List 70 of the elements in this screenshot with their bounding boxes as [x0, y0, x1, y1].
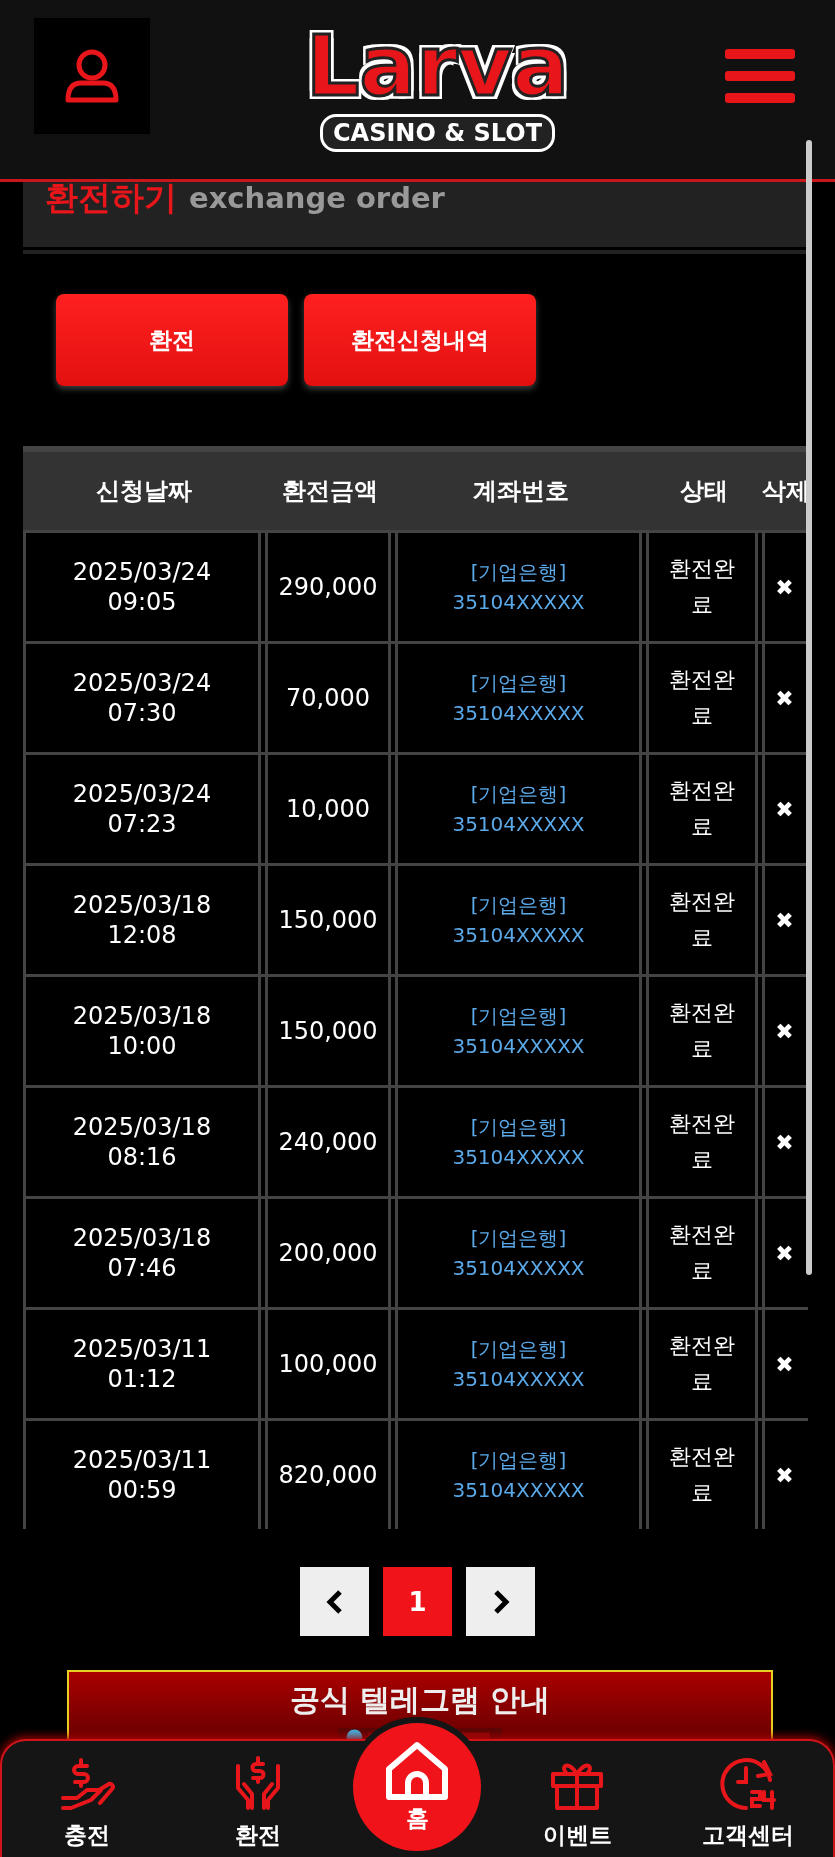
home-icon [384, 1740, 451, 1801]
delete-button[interactable]: ✖ [775, 1129, 794, 1155]
date-cell: 2025/03/11 01:12 [23, 1310, 261, 1418]
delete-button[interactable]: ✖ [775, 685, 794, 711]
status-cell: 환전완료 [646, 755, 758, 863]
status-cell: 환전완료 [646, 533, 758, 641]
delete-button[interactable]: ✖ [775, 574, 794, 600]
status-cell: 환전완료 [646, 1199, 758, 1307]
amount-cell: 240,000 [265, 1088, 391, 1196]
status-cell: 환전완료 [646, 1310, 758, 1418]
column-header: 환전금액 [281, 476, 379, 507]
nav-tab[interactable]: 환전 [182, 1756, 333, 1857]
amount-cell: 10,000 [265, 755, 391, 863]
delete-button[interactable]: ✖ [775, 1351, 794, 1377]
status-cell: 환전완료 [646, 1421, 758, 1529]
status-cell: 환전완료 [646, 866, 758, 974]
date-cell: 2025/03/24 07:23 [23, 755, 261, 863]
account-cell: [기업은행] 35104XXXXX [395, 1088, 642, 1196]
history-button[interactable]: 환전신청내역 [304, 294, 536, 386]
date-cell: 2025/03/18 08:16 [23, 1088, 261, 1196]
section-title: 환전하기 [45, 178, 177, 218]
delete-button[interactable]: ✖ [775, 796, 794, 822]
account-cell: [기업은행] 35104XXXXX [395, 644, 642, 752]
logo-tagline: CASINO & SLOT [319, 113, 555, 152]
amount-cell: 100,000 [265, 1310, 391, 1418]
hand-coin-icon [59, 1756, 116, 1812]
user-button[interactable] [34, 17, 150, 134]
logo-wordmark: Larva [305, 17, 570, 114]
status-cell: 환전완료 [646, 977, 758, 1085]
nav-tab[interactable]: 고객센터 [672, 1756, 823, 1857]
next-page-button[interactable] [466, 1567, 535, 1636]
account-cell: [기업은행] 35104XXXXX [395, 866, 642, 974]
date-cell: 2025/03/24 09:05 [23, 533, 261, 641]
scrollbar[interactable] [806, 140, 812, 1275]
date-cell: 2025/03/18 12:08 [23, 866, 261, 974]
clock-24-icon [719, 1756, 776, 1812]
account-cell: [기업은행] 35104XXXXX [395, 1421, 642, 1529]
column-header: 계좌번호 [471, 476, 570, 507]
account-cell: [기업은행] 35104XXXXX [395, 755, 642, 863]
amount-cell: 820,000 [265, 1421, 391, 1529]
amount-cell: 290,000 [265, 533, 391, 641]
amount-cell: 200,000 [265, 1199, 391, 1307]
account-cell: [기업은행] 35104XXXXX [395, 1199, 642, 1307]
section-subtitle: exchange order [189, 180, 445, 217]
delete-button[interactable]: ✖ [775, 907, 794, 933]
amount-cell: 150,000 [265, 866, 391, 974]
date-cell: 2025/03/18 10:00 [23, 977, 261, 1085]
account-cell: [기업은행] 35104XXXXX [395, 533, 642, 641]
date-cell: 2025/03/24 07:30 [23, 644, 261, 752]
delete-button[interactable]: ✖ [775, 1240, 794, 1266]
nav-tab[interactable]: 이벤트 [502, 1756, 653, 1857]
column-header: 상태 [679, 476, 729, 507]
account-cell: [기업은행] 35104XXXXX [395, 1310, 642, 1418]
column-header: 신청날짜 [95, 476, 193, 507]
account-cell: [기업은행] 35104XXXXX [395, 977, 642, 1085]
status-cell: 환전완료 [646, 644, 758, 752]
nav-tab[interactable]: 충전 [12, 1756, 163, 1857]
exchange-button[interactable]: 환전 [56, 294, 288, 386]
chevron-right-icon [491, 1588, 510, 1615]
date-cell: 2025/03/11 00:59 [23, 1421, 261, 1529]
previous-page-button[interactable] [300, 1567, 369, 1636]
status-cell: 환전완료 [646, 1088, 758, 1196]
chevron-left-icon [325, 1588, 344, 1615]
banner-title: 공식 텔레그램 안내 [289, 1681, 551, 1719]
page-button[interactable]: 1 [383, 1567, 452, 1636]
date-cell: 2025/03/18 07:46 [23, 1199, 261, 1307]
amount-cell: 70,000 [265, 644, 391, 752]
amount-cell: 150,000 [265, 977, 391, 1085]
delete-button[interactable]: ✖ [775, 1018, 794, 1044]
delete-button[interactable]: ✖ [775, 1462, 794, 1488]
